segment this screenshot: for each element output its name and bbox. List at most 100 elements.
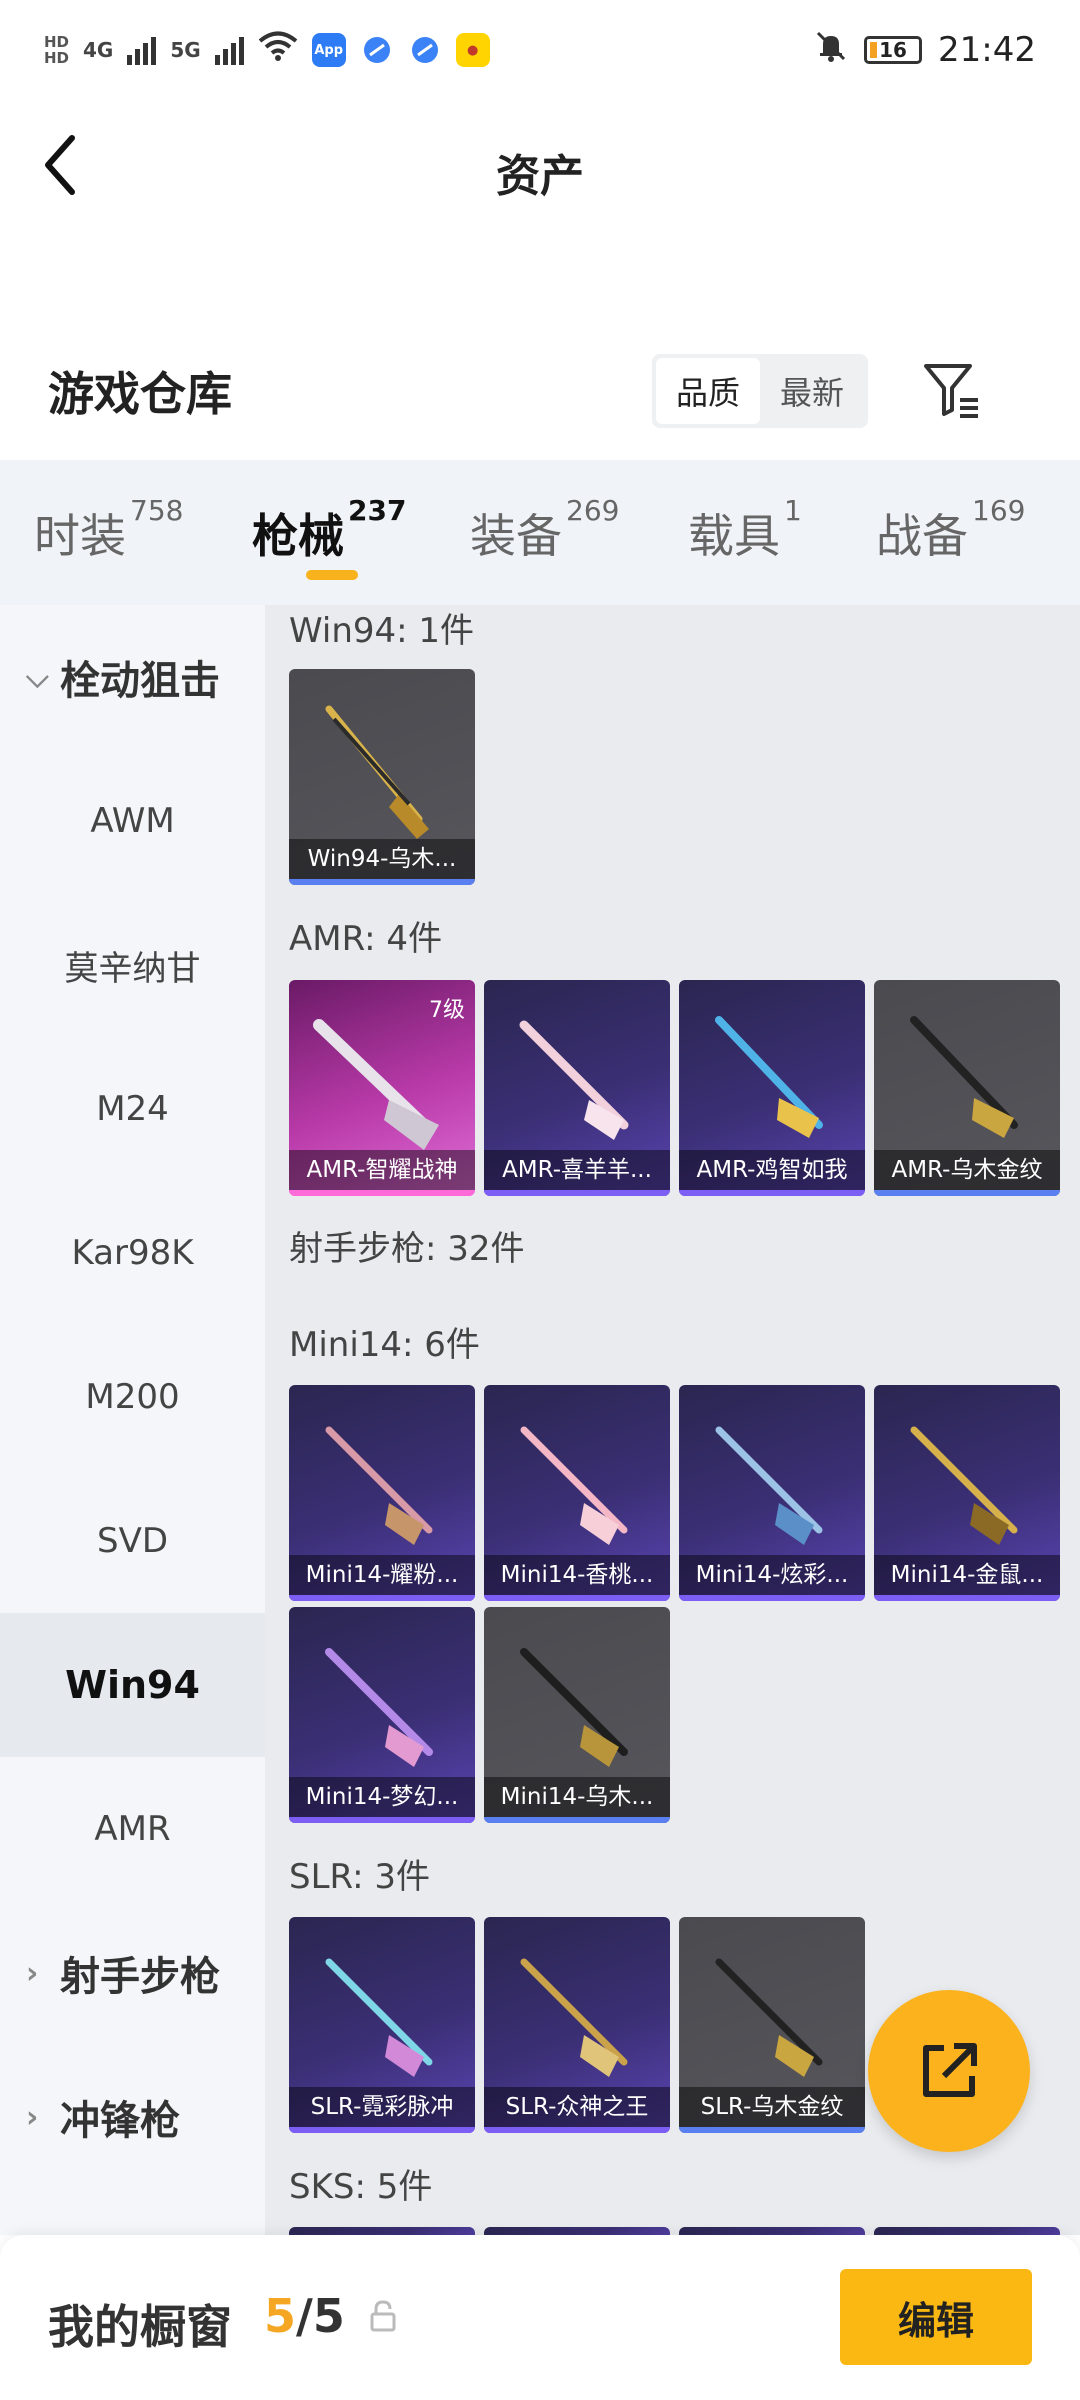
rarity-bar — [484, 1595, 670, 1601]
sort-toggle: 品质 最新 — [652, 354, 868, 428]
item-card[interactable]: AMR-乌木金纹 — [874, 980, 1060, 1196]
sidebar-item-awm[interactable]: AWM — [0, 749, 265, 893]
showcase-total: 5 — [312, 2289, 345, 2343]
chevron-down-icon: ⌵ — [26, 659, 49, 695]
rarity-bar — [289, 2127, 475, 2133]
item-card-label: Mini14-乌木... — [484, 1777, 670, 1817]
showcase-used: 5 — [264, 2289, 297, 2343]
item-card[interactable]: SLR-乌木金纹 — [679, 1917, 865, 2133]
wifi-icon — [258, 30, 298, 70]
sidebar-group-smg[interactable]: › 冲锋枪 — [0, 2045, 265, 2189]
tab-fashion[interactable]: 时装 758 — [34, 494, 183, 566]
rarity-bar — [484, 1817, 670, 1823]
item-card-label: Mini14-金鼠... — [874, 1555, 1060, 1595]
item-card[interactable]: Mini14-香桃... — [484, 1385, 670, 1601]
item-card[interactable] — [679, 2227, 865, 2235]
item-card[interactable] — [289, 2227, 475, 2235]
page-title: 资产 — [496, 151, 584, 202]
chevron-right-icon: › — [26, 1955, 39, 1991]
item-card-label: Mini14-炫彩... — [679, 1555, 865, 1595]
item-card-label: Win94-乌木... — [289, 839, 475, 879]
sidebar-item-kar98k[interactable]: Kar98K — [0, 1181, 265, 1325]
item-card[interactable]: AMR-鸡智如我 — [679, 980, 865, 1196]
warehouse-header: 游戏仓库 品质 最新 — [0, 330, 1080, 450]
sort-quality-button[interactable]: 品质 — [656, 358, 760, 424]
sidebar: ⌵ 栓动狙击 AWM 莫辛纳甘 M24 Kar98K M200 SVD Win9… — [0, 605, 265, 2235]
rarity-bar — [874, 1190, 1060, 1196]
item-card[interactable]: AMR-喜羊羊... — [484, 980, 670, 1196]
status-bar: HD HD 4G 5G App ● 16 21:42 — [0, 0, 1080, 100]
section-title-slr: SLR: 3件 — [289, 1857, 430, 1897]
rarity-bar — [484, 2127, 670, 2133]
item-card[interactable]: Mini14-炫彩... — [679, 1385, 865, 1601]
item-card-label: Mini14-香桃... — [484, 1555, 670, 1595]
clock: 21:42 — [938, 30, 1036, 70]
item-card-label: SLR-霓彩脉冲 — [289, 2087, 475, 2127]
item-card[interactable]: Mini14-金鼠... — [874, 1385, 1060, 1601]
rarity-bar — [874, 1595, 1060, 1601]
item-card-label: AMR-喜羊羊... — [484, 1150, 670, 1190]
sort-latest-button[interactable]: 最新 — [760, 358, 864, 424]
item-card[interactable] — [874, 2227, 1060, 2235]
sidebar-item-svd[interactable]: SVD — [0, 1469, 265, 1613]
showcase-bar: 我的橱窗 5/5 编辑 — [0, 2235, 1080, 2400]
item-level-badge: 7级 — [429, 998, 465, 1023]
section-title-amr: AMR: 4件 — [289, 919, 443, 959]
battery-level: 16 — [879, 38, 907, 62]
showcase-count: 5/5 — [264, 2289, 345, 2343]
sidebar-item-amr[interactable]: AMR — [0, 1757, 265, 1901]
share-icon — [923, 2043, 977, 2097]
item-card[interactable]: SLR-霓彩脉冲 — [289, 1917, 475, 2133]
item-card[interactable]: Mini14-乌木... — [484, 1607, 670, 1823]
item-card[interactable]: 7级 AMR-智耀战神 — [289, 980, 475, 1196]
battery-icon: 16 — [864, 36, 923, 64]
section-title-win94: Win94: 1件 — [289, 611, 475, 651]
item-card[interactable]: Win94-乌木... — [289, 669, 475, 885]
tab-vehicles[interactable]: 载具 1 — [688, 494, 802, 566]
hd-label-2: HD — [44, 49, 70, 67]
rarity-bar — [289, 879, 475, 885]
sidebar-group-marksman[interactable]: › 射手步枪 — [0, 1901, 265, 2045]
rarity-bar — [679, 1595, 865, 1601]
edit-button[interactable]: 编辑 — [840, 2269, 1032, 2365]
tab-count: 1 — [784, 494, 802, 527]
lock-icon — [370, 2300, 396, 2332]
tab-equipment[interactable]: 装备 269 — [470, 494, 619, 566]
chevron-right-icon: › — [26, 2099, 39, 2135]
sidebar-item-mosin[interactable]: 莫辛纳甘 — [0, 893, 265, 1037]
tab-count: 269 — [566, 494, 620, 527]
network-4g-label: 4G — [83, 38, 114, 62]
tab-count: 758 — [130, 494, 184, 527]
tab-weapons[interactable]: 枪械 237 — [252, 494, 406, 566]
tab-count: 237 — [348, 494, 407, 527]
tab-label: 战备 — [876, 509, 968, 563]
tab-supplies[interactable]: 战备 169 — [876, 494, 1025, 566]
rarity-bar — [289, 1190, 475, 1196]
sidebar-item-win94[interactable]: Win94 — [0, 1613, 265, 1757]
item-card[interactable]: Mini14-梦幻... — [289, 1607, 475, 1823]
sidebar-group-bolt-action[interactable]: ⌵ 栓动狙击 — [0, 605, 265, 749]
hd-label-1: HD — [44, 33, 70, 51]
signal-icon-2 — [214, 35, 244, 65]
share-button[interactable] — [868, 1990, 1030, 2152]
filter-button[interactable] — [920, 358, 984, 422]
sidebar-group-label: 栓动狙击 — [60, 658, 220, 704]
item-card[interactable]: SLR-众神之王 — [484, 1917, 670, 2133]
tab-label: 装备 — [470, 509, 562, 563]
item-card-label: SLR-众神之王 — [484, 2087, 670, 2127]
sidebar-group-label: 冲锋枪 — [60, 2098, 180, 2144]
item-card-label: Mini14-耀粉... — [289, 1555, 475, 1595]
browser-icon — [359, 33, 394, 67]
browser-icon-2 — [407, 33, 442, 67]
app-store-icon: App — [311, 33, 346, 67]
sidebar-item-m24[interactable]: M24 — [0, 1037, 265, 1181]
signal-icon — [127, 35, 157, 65]
sidebar-group-label: 射手步枪 — [60, 1954, 220, 2000]
item-card[interactable] — [484, 2227, 670, 2235]
item-card-label: SLR-乌木金纹 — [679, 2087, 865, 2127]
item-card[interactable]: Mini14-耀粉... — [289, 1385, 475, 1601]
item-card-label: Mini14-梦幻... — [289, 1777, 475, 1817]
section-title-marksman: 射手步枪: 32件 — [289, 1229, 525, 1269]
header: 资产 — [0, 100, 1080, 240]
sidebar-item-m200[interactable]: M200 — [0, 1325, 265, 1469]
